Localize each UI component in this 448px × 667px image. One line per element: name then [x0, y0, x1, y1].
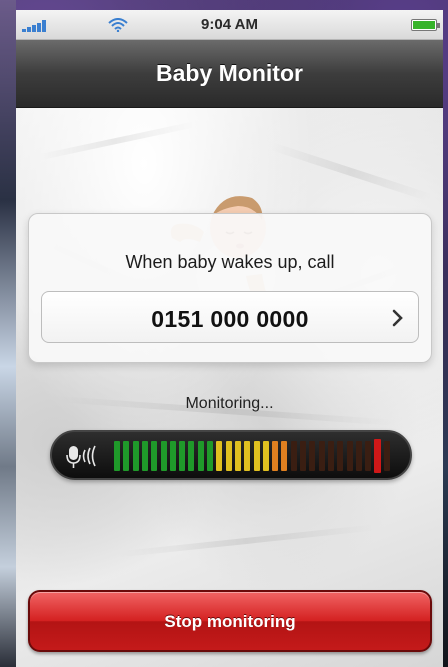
level-bar: [365, 441, 372, 471]
level-bar: [327, 441, 334, 471]
level-bar: [244, 441, 251, 471]
background-edge: [0, 0, 16, 667]
level-bar: [169, 441, 176, 471]
sound-level-meter: [50, 430, 412, 480]
stop-monitoring-button[interactable]: Stop monitoring: [28, 590, 432, 652]
battery-icon: [411, 19, 440, 31]
level-bar: [160, 441, 167, 471]
level-bar: [197, 441, 204, 471]
level-bar: [141, 441, 148, 471]
level-bar: [337, 441, 344, 471]
stop-monitoring-label: Stop monitoring: [164, 612, 296, 631]
level-bar: [151, 441, 158, 471]
microphone-icon: [66, 445, 96, 468]
level-bar: [216, 441, 223, 471]
level-bar: [300, 441, 306, 471]
level-bar: [207, 441, 213, 471]
level-bar: [281, 441, 288, 471]
status-time: 9:04 AM: [201, 16, 258, 33]
level-bar: [234, 441, 241, 471]
status-bar: 9:04 AM: [16, 10, 443, 40]
level-bar: [188, 441, 195, 471]
level-bar: [179, 441, 186, 471]
level-bar: [262, 441, 269, 471]
bedsheet-background: [16, 108, 443, 667]
navigation-bar: Baby Monitor: [16, 40, 443, 108]
chevron-right-icon: [392, 309, 403, 327]
level-bar: [383, 441, 390, 471]
level-bar: [355, 441, 362, 471]
level-bar: [225, 441, 232, 471]
level-bar: [253, 441, 260, 471]
phone-screen: 9:04 AM Baby Monitor When baby wakes up,…: [16, 10, 443, 667]
monitoring-status: Monitoring...: [185, 395, 274, 412]
phone-number-row[interactable]: 0151 000 0000: [41, 291, 419, 343]
call-settings-card: When baby wakes up, call 0151 000 0000: [28, 213, 432, 363]
level-bar: [132, 441, 139, 471]
level-bars: [114, 441, 394, 471]
page-title: Baby Monitor: [156, 60, 303, 86]
level-bar: [318, 441, 325, 471]
phone-number-value: 0151 000 0000: [151, 306, 309, 332]
level-bar: [290, 441, 297, 471]
level-bar: [272, 441, 279, 471]
level-bar: [346, 441, 353, 471]
call-prompt-label: When baby wakes up, call: [125, 252, 335, 272]
level-bar: [309, 441, 316, 471]
peak-level-marker: [374, 439, 382, 473]
level-bar: [123, 441, 130, 471]
level-bar: [114, 441, 120, 471]
